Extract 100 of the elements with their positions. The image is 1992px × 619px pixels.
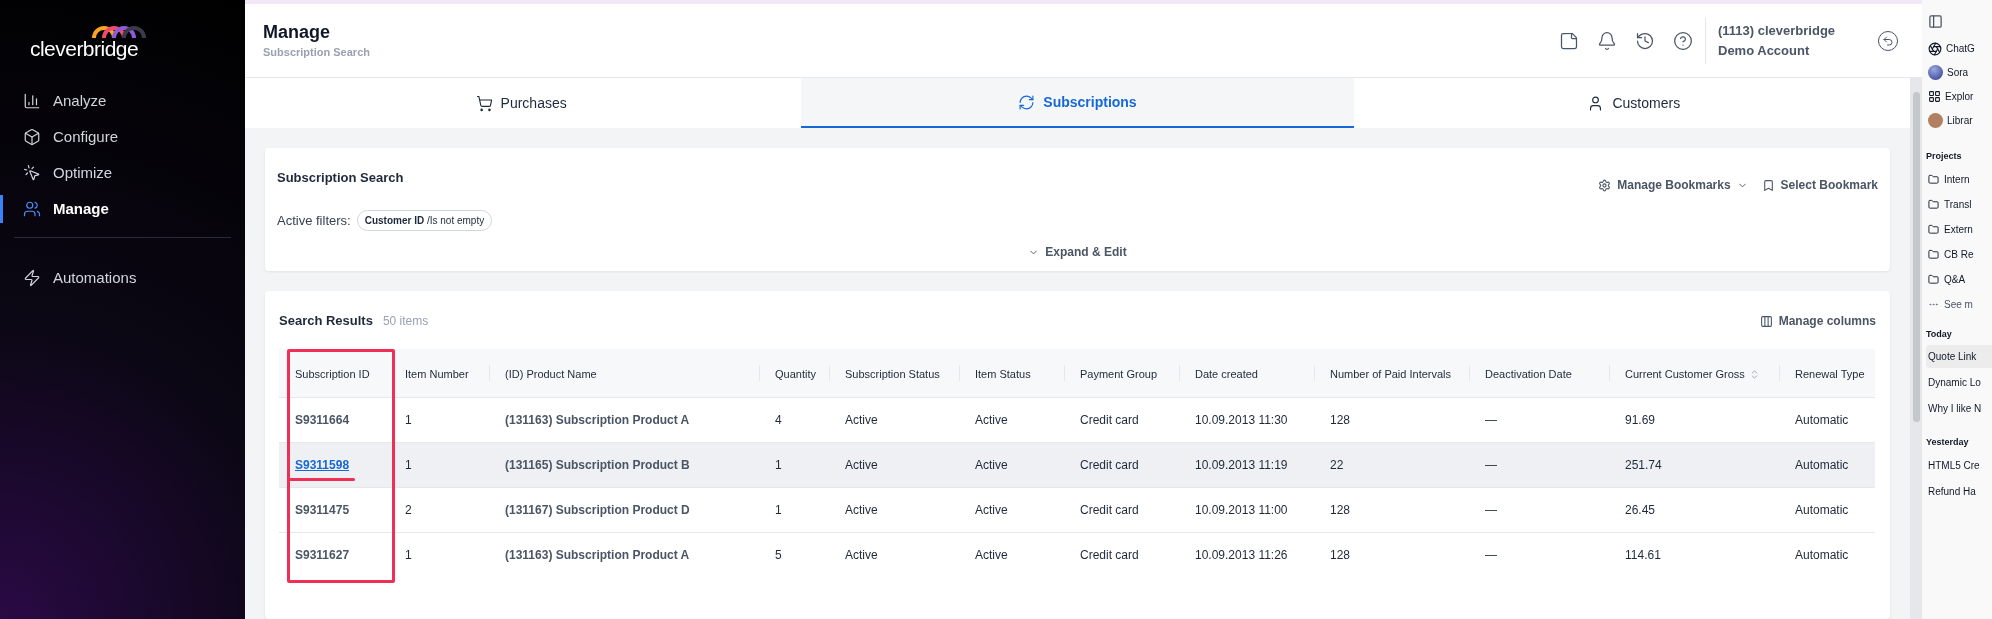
- help-icon[interactable]: [1673, 30, 1693, 51]
- chat-item[interactable]: Dynamic Lo: [1926, 371, 1992, 394]
- folder-icon: [1928, 273, 1939, 285]
- table-cell: 10.09.2013 11:00: [1179, 487, 1314, 532]
- chat-item[interactable]: Why I like N: [1926, 397, 1992, 420]
- table-cell: Credit card: [1064, 442, 1179, 487]
- manage-bookmarks-button[interactable]: Manage Bookmarks: [1598, 176, 1748, 194]
- chart-icon: [23, 92, 41, 110]
- table-cell: Active: [829, 487, 959, 532]
- column-header[interactable]: (ID) Product Name: [505, 365, 597, 383]
- brand-logo: cleverbridge: [30, 38, 139, 59]
- grid-icon: [1928, 90, 1941, 103]
- project-item[interactable]: Intern: [1944, 171, 1970, 187]
- table-cell: 1: [759, 442, 829, 487]
- folder-icon: [1928, 198, 1939, 210]
- table-cell: Automatic: [1779, 487, 1875, 532]
- table-cell: Credit card: [1064, 487, 1179, 532]
- aperture-icon: [1928, 41, 1942, 56]
- see-more-link[interactable]: See m: [1944, 296, 1973, 312]
- column-header[interactable]: Payment Group: [1080, 365, 1158, 383]
- tab[interactable]: Purchases: [245, 78, 798, 128]
- table-cell: 1: [759, 487, 829, 532]
- expand-edit-button[interactable]: Expand & Edit: [1028, 243, 1127, 261]
- page-subtitle: Subscription Search: [263, 44, 371, 60]
- refresh-icon: [1018, 93, 1036, 111]
- section-title: Today: [1926, 327, 1953, 341]
- column-header[interactable]: Item Status: [975, 365, 1031, 383]
- project-item[interactable]: Q&A: [1944, 271, 1966, 287]
- table-cell: Active: [959, 397, 1064, 442]
- pointer-icon: [23, 164, 41, 182]
- chat-item[interactable]: Refund Ha: [1926, 479, 1992, 503]
- table-row[interactable]: S9311664 1 (131163) Subscription Product A 4 Active Active Credit card 10.09.2013 11:30 128 — 91.69 Automatic: [279, 397, 1875, 442]
- chat-item[interactable]: Quote Link: [1926, 345, 1992, 368]
- section-title: Projects: [1926, 150, 1963, 163]
- nav-item[interactable]: Optimize: [0, 159, 245, 187]
- table-cell: 22: [1314, 442, 1469, 487]
- history-icon[interactable]: [1635, 30, 1655, 51]
- nav-item[interactable]: Configure: [0, 123, 245, 151]
- nav-item[interactable]: Analyze: [0, 87, 245, 115]
- table-cell: (131163) Subscription Product A: [489, 397, 759, 442]
- manage-columns-button[interactable]: Manage columns: [1759, 312, 1876, 330]
- column-header[interactable]: Item Number: [405, 365, 469, 383]
- columns-icon: [1759, 314, 1773, 328]
- project-item[interactable]: Transl: [1944, 196, 1972, 212]
- folder-icon: [1928, 248, 1939, 260]
- table-cell: 91.69: [1609, 397, 1779, 442]
- project-item[interactable]: Extern: [1944, 221, 1973, 237]
- cube-icon: [23, 128, 41, 146]
- project-item[interactable]: CB Re: [1944, 246, 1974, 262]
- panel-item[interactable]: ChatG: [1946, 41, 1975, 56]
- notification-bell-icon[interactable]: [1597, 30, 1617, 51]
- column-header[interactable]: Quantity: [775, 365, 816, 383]
- column-header[interactable]: Subscription ID: [295, 365, 370, 383]
- panel-item[interactable]: Explor: [1945, 89, 1974, 104]
- panel-item[interactable]: Librar: [1947, 113, 1973, 128]
- sidebar-toggle-icon[interactable]: [1928, 14, 1943, 29]
- subscription-id: S9311664: [295, 411, 350, 429]
- section-title: Yesterday: [1926, 436, 1970, 449]
- scrollbar[interactable]: [1910, 78, 1922, 619]
- nav-item[interactable]: Manage: [0, 195, 245, 223]
- column-header[interactable]: Date created: [1195, 365, 1258, 383]
- filters-label: Active filters:: [277, 211, 351, 230]
- chat-item[interactable]: HTML5 Cre: [1926, 453, 1992, 477]
- settings-icon: [1598, 178, 1612, 192]
- column-header[interactable]: Renewal Type: [1795, 365, 1865, 383]
- table-cell: 4: [759, 397, 829, 442]
- users-icon: [23, 200, 41, 218]
- table-cell: Active: [829, 442, 959, 487]
- table-cell: 10.09.2013 11:30: [1179, 397, 1314, 442]
- column-header[interactable]: Subscription Status: [845, 365, 940, 383]
- cart-icon: [475, 94, 493, 112]
- folder-icon: [1928, 173, 1939, 185]
- tab[interactable]: Customers: [1357, 78, 1910, 128]
- table-cell: Active: [829, 397, 959, 442]
- table-cell: (131165) Subscription Product B: [489, 442, 759, 487]
- select-bookmark-button[interactable]: Select Bookmark: [1761, 176, 1878, 194]
- table-cell: Credit card: [1064, 397, 1179, 442]
- column-header[interactable]: Current Customer Gross: [1625, 365, 1745, 383]
- column-header[interactable]: Deactivation Date: [1485, 365, 1572, 383]
- panel-item[interactable]: Sora: [1947, 65, 1969, 80]
- lightning-icon: [23, 269, 41, 287]
- table-cell: 128: [1314, 487, 1469, 532]
- folder-icon: [1928, 223, 1939, 235]
- card-title: Search Results: [279, 312, 373, 331]
- account-name[interactable]: (1113) cleverbridge Demo Account: [1718, 20, 1868, 61]
- table-cell: Active: [959, 442, 1064, 487]
- subscription-id: S9311475: [295, 501, 350, 519]
- table-cell: 128: [1314, 397, 1469, 442]
- table-row[interactable]: S9311475 2 (131167) Subscription Product D 1 Active Active Credit card 10.09.2013 11:00 128 — 26.45 Automatic: [279, 487, 1875, 532]
- table-row[interactable]: S9311598 1 (131165) Subscription Product B 1 Active Active Credit card 10.09.2013 11:19 22 — 251.74 Automatic: [279, 442, 1875, 487]
- page-title: Manage: [263, 21, 332, 44]
- tab[interactable]: Subscriptions: [801, 78, 1354, 128]
- card-title: Subscription Search: [277, 169, 405, 188]
- table-cell: 10.09.2013 11:19: [1179, 442, 1314, 487]
- note-icon[interactable]: [1559, 30, 1579, 51]
- nav-item[interactable]: Automations: [0, 264, 245, 292]
- table-cell: 26.45: [1609, 487, 1779, 532]
- table-cell: Automatic: [1779, 442, 1875, 487]
- column-header[interactable]: Number of Paid Intervals: [1330, 365, 1452, 383]
- table-cell: 251.74: [1609, 442, 1779, 487]
